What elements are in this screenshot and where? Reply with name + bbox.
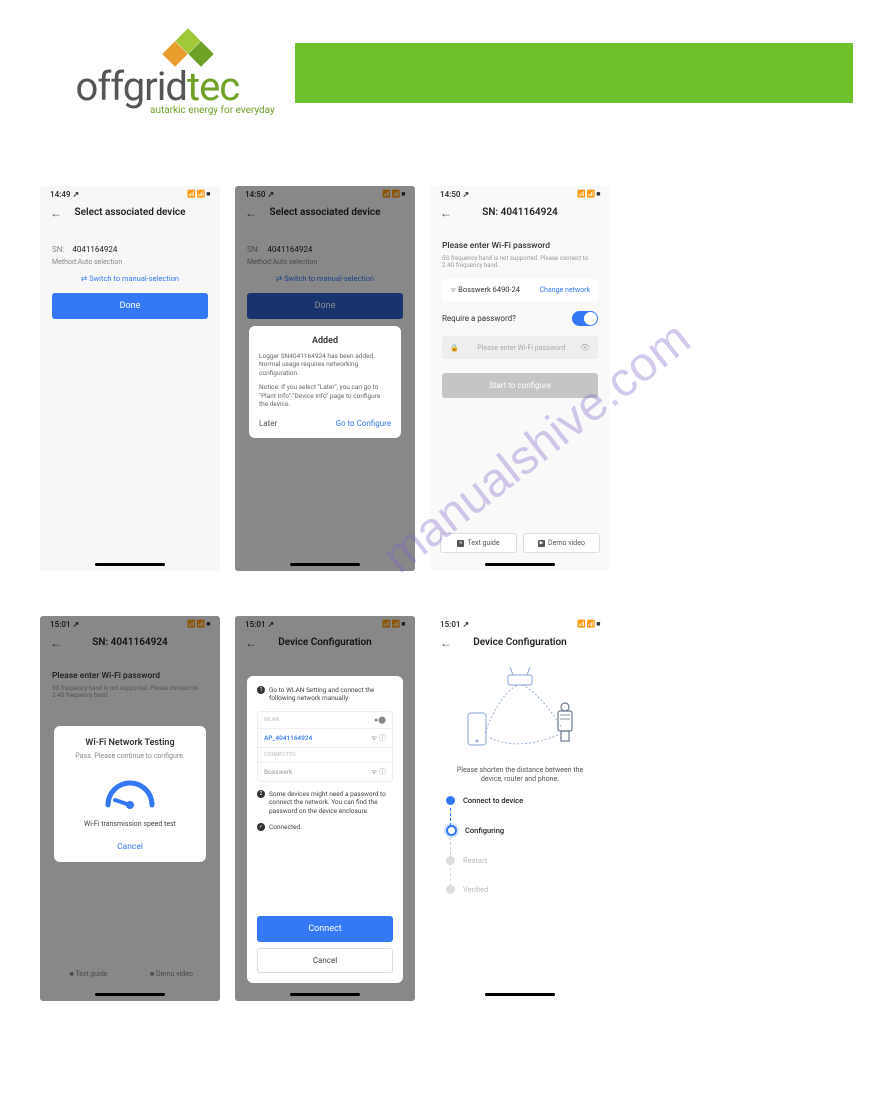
- text-guide-icon: ≡: [457, 540, 464, 547]
- password-placeholder: Please enter Wi-Fi password: [477, 344, 565, 352]
- wifi-note: 5G frequency band is not supported. Plea…: [442, 255, 598, 269]
- home-indicator[interactable]: [485, 993, 555, 996]
- step-connect: Connect to device: [446, 796, 594, 805]
- status-time: 14:50 ↗: [245, 190, 274, 199]
- popup-text-1: Logger SN4041164924 has been added. Norm…: [259, 352, 391, 377]
- wifi-testing-popup: Wi-Fi Network Testing Pass. Please conti…: [54, 726, 206, 862]
- step-verified: Verified: [446, 885, 594, 894]
- status-bar: 15:01 ↗ 📶 📶 ■: [40, 616, 220, 631]
- require-password-row: Require a password?: [442, 311, 598, 326]
- added-popup: Added Logger SN4041164924 has been added…: [249, 326, 401, 438]
- sn-row: SN: 4041164924: [52, 245, 208, 254]
- status-indicators: 📶 📶 ■: [577, 190, 600, 199]
- back-icon[interactable]: ←: [440, 206, 452, 220]
- ap-name: AP_4041164924: [264, 734, 312, 742]
- nav-bar: ← Select associated device: [40, 201, 220, 229]
- step-dot-icon: [446, 796, 455, 805]
- sn-value: 4041164924: [72, 245, 117, 254]
- demo-video-button: ■ Demo video: [133, 965, 210, 983]
- progress-steps: Connect to device Configuring Restart Ve…: [430, 796, 610, 894]
- switch-selection-link[interactable]: Switch to manual-selection: [52, 274, 208, 283]
- screen-title: Device Configuration: [440, 637, 600, 649]
- password-input[interactable]: Please enter Wi-Fi password 👁: [442, 336, 598, 359]
- step-dot-icon: [446, 885, 455, 894]
- header-green-bar: [295, 43, 853, 103]
- connect-button[interactable]: Connect: [257, 916, 393, 942]
- wifi-icon: ᯤ ⓘ: [371, 733, 386, 743]
- screenshot-6: 15:01 ↗📶 📶 ■ ←Device Configuration: [430, 616, 610, 1001]
- step-configuring: Configuring: [446, 825, 594, 836]
- brand-logo: offgridtec autarkic energy for everyday: [40, 30, 275, 116]
- status-time: 15:01 ↗: [50, 620, 79, 629]
- status-bar: 14:50 ↗ 📶 📶 ■: [235, 186, 415, 201]
- popup-title: Wi-Fi Network Testing: [68, 738, 192, 748]
- status-indicators: 📶 📶 ■: [382, 190, 405, 199]
- change-network-link[interactable]: Change network: [539, 286, 590, 294]
- done-button[interactable]: Done: [52, 293, 208, 319]
- text-guide-button[interactable]: ≡Text guide: [440, 533, 517, 553]
- status-indicators: 📶 📶 ■: [187, 190, 210, 199]
- back-icon[interactable]: ←: [245, 206, 257, 220]
- home-indicator[interactable]: [290, 993, 360, 996]
- brand-name: offgridtec: [76, 67, 240, 107]
- illustration-caption: Please shorten the distance between the …: [430, 766, 610, 784]
- screenshot-3: 14:50 ↗ 📶 📶 ■ ← SN: 4041164924 Please en…: [430, 186, 610, 571]
- wifi-name: Bosswerk 6490-24: [450, 285, 520, 295]
- back-icon[interactable]: ←: [440, 636, 452, 650]
- text-guide-button: ■ Text guide: [50, 965, 127, 983]
- sn-label: SN:: [52, 245, 64, 254]
- step-dot-icon: [446, 856, 455, 865]
- demo-video-button[interactable]: ▶Demo video: [523, 533, 600, 553]
- screen-title: SN: 4041164924: [440, 207, 600, 219]
- home-indicator[interactable]: [485, 563, 555, 566]
- nav-bar: ← SN: 4041164924: [430, 201, 610, 229]
- logo-diamond-icon: [165, 30, 210, 75]
- step-1: 1Go to WLAN Setting and connect the foll…: [257, 686, 393, 703]
- later-button[interactable]: Later: [259, 419, 277, 428]
- back-icon[interactable]: ←: [50, 206, 62, 220]
- screenshot-1: 14:49 ↗ 📶 📶 ■ ← Select associated device…: [40, 186, 220, 571]
- play-icon: ▶: [538, 540, 545, 547]
- nav-bar: ← Select associated device: [235, 201, 415, 229]
- step-3: ✓Connected.: [257, 823, 393, 831]
- step-dot-icon: [446, 825, 457, 836]
- home-indicator[interactable]: [290, 563, 360, 566]
- popup-title: Added: [259, 336, 391, 346]
- home-indicator[interactable]: [95, 563, 165, 566]
- wifi-network-row[interactable]: Bosswerk 6490-24 Change network: [442, 279, 598, 301]
- cancel-button[interactable]: Cancel: [257, 948, 393, 973]
- wifi-heading: Please enter Wi-Fi password: [442, 241, 598, 251]
- step-2: 2Some devices might need a password to c…: [257, 790, 393, 815]
- status-bar: 14:50 ↗ 📶 📶 ■: [430, 186, 610, 201]
- home-indicator[interactable]: [95, 993, 165, 996]
- speedometer-icon: [100, 770, 160, 810]
- screenshot-2: 14:50 ↗ 📶 📶 ■ ← Select associated device…: [235, 186, 415, 571]
- wlan-list: WLAN●⬤ AP_4041164924ᯤ ⓘ CONNECTED Bosswe…: [257, 711, 393, 782]
- popup-text-2: Notice: If you select "Later", you can g…: [259, 383, 391, 408]
- step-restart: Restart: [446, 856, 594, 865]
- eye-icon[interactable]: 👁: [580, 343, 590, 352]
- start-configure-button[interactable]: Start to configure: [442, 373, 598, 398]
- pass-message: Pass. Please continue to configure.: [68, 752, 192, 760]
- screenshot-5: 15:01 ↗📶 📶 ■ ←Device Configuration 1Go t…: [235, 616, 415, 1001]
- status-time: 14:50 ↗: [440, 190, 469, 199]
- speed-test-label: Wi-Fi transmission speed test: [68, 820, 192, 828]
- status-bar: 14:49 ↗ 📶 📶 ■: [40, 186, 220, 201]
- method-row: Method:Auto selection: [52, 258, 208, 266]
- status-time: 14:49 ↗: [50, 190, 79, 199]
- device-illustration: [440, 663, 600, 758]
- screen-title: Select associated device: [245, 207, 405, 219]
- screenshot-4: 15:01 ↗ 📶 📶 ■ ←SN: 4041164924 Please ent…: [40, 616, 220, 1001]
- require-password-label: Require a password?: [442, 314, 516, 323]
- cancel-button[interactable]: Cancel: [68, 842, 192, 852]
- password-toggle[interactable]: [572, 311, 598, 326]
- connect-card: 1Go to WLAN Setting and connect the foll…: [247, 676, 403, 983]
- status-indicators: 📶 📶 ■: [187, 620, 210, 629]
- screen-title: Select associated device: [50, 207, 210, 219]
- ap-row[interactable]: AP_4041164924 ᯤ ⓘ: [258, 729, 392, 748]
- brand-tagline: autarkic energy for everyday: [150, 105, 275, 116]
- page-header: offgridtec autarkic energy for everyday: [0, 0, 893, 136]
- go-configure-button[interactable]: Go to Configure: [336, 419, 391, 428]
